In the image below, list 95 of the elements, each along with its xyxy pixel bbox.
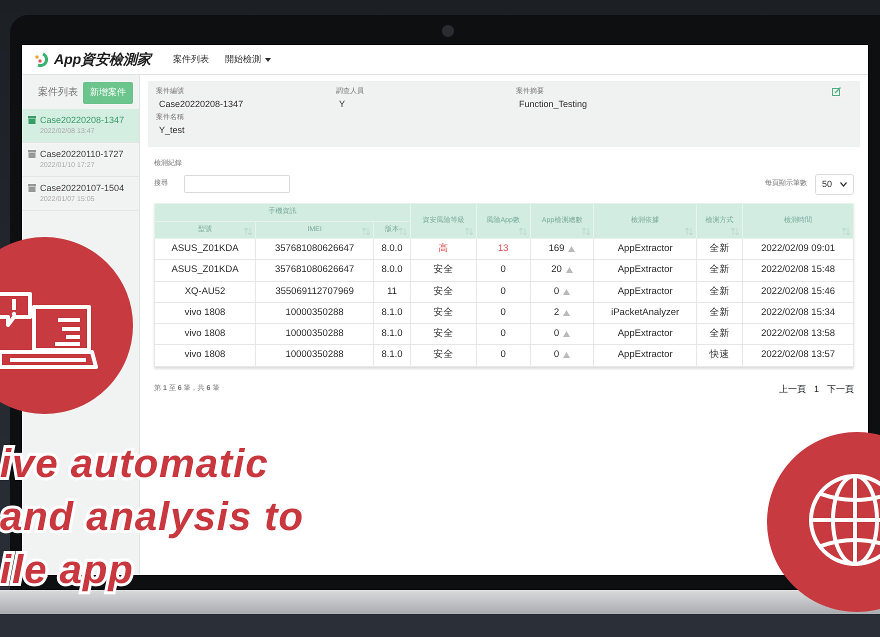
sort-icon	[244, 228, 252, 235]
sort-icon	[464, 228, 473, 235]
archive-icon	[28, 184, 36, 192]
page-number-link[interactable]: 1	[814, 382, 819, 396]
sort-icon	[684, 228, 693, 235]
triangle-icon	[568, 246, 576, 252]
next-page-link[interactable]: 下一頁	[827, 382, 854, 396]
new-case-button[interactable]: 新增案件	[83, 82, 133, 104]
triangle-icon	[563, 331, 570, 338]
archive-icon	[28, 150, 36, 158]
table-cell: 安全	[410, 260, 476, 281]
table-cell: 安全	[410, 344, 476, 366]
case-title: Case20220208-1347	[40, 114, 124, 126]
sort-icon	[518, 228, 527, 235]
table-cell: 全新	[696, 324, 743, 345]
page-size-select[interactable]: 50	[814, 174, 854, 195]
table-cell: 全新	[696, 281, 743, 302]
table-cell: 0	[476, 302, 530, 324]
table-cell: 357681080626647	[256, 238, 374, 260]
caret-icon	[265, 58, 272, 62]
table-cell: iPacketAnalyzer	[594, 302, 696, 324]
table-cell: AppExtractor	[594, 344, 696, 366]
table-cell: 357681080626647	[256, 260, 374, 281]
table-cell: 0	[476, 344, 530, 366]
table-cell: 8.0.0	[374, 260, 410, 281]
table-cell: 8.0.0	[374, 238, 410, 260]
table-cell: 10000350288	[256, 344, 374, 366]
table-cell: 2022/02/08 15:48	[742, 260, 854, 281]
table-cell-text: 0	[554, 327, 560, 341]
table-cell: 0	[554, 348, 560, 362]
table-cell: 11	[374, 281, 410, 302]
table-cell: 8.1.0	[374, 302, 410, 324]
nav-link[interactable]: 案件列表	[173, 52, 210, 66]
table-cell: 8.1.0	[374, 324, 410, 345]
table-cell: 全新	[696, 302, 743, 324]
globe-icon	[807, 472, 880, 567]
app-logo-text: App資安檢測家	[54, 50, 152, 69]
table-cell: 2022/02/09 09:01	[742, 238, 854, 260]
table-cell: XQ-AU52	[154, 281, 256, 302]
table-cell: vivo 1808	[154, 302, 256, 324]
table-cell-text: 0	[554, 284, 560, 298]
case-title: Case20220110-1727	[40, 148, 124, 160]
case-title: Case20220107-1504	[40, 182, 124, 194]
table-cell: 0	[476, 260, 530, 281]
field-value: Case20220208-1347	[158, 98, 244, 110]
table-cell: 全新	[696, 260, 743, 281]
table-cell: ASUS_Z01KDA	[154, 260, 256, 281]
sort-icon	[362, 228, 370, 235]
nav-link[interactable]: 開始檢測	[225, 52, 272, 66]
table-cell: 2022/02/08 13:57	[742, 344, 854, 366]
table-cell: 快速	[696, 344, 743, 366]
table-cell: 2	[554, 306, 560, 320]
table-cell: 20	[551, 263, 562, 278]
table-cell: 安全	[410, 302, 476, 324]
table-cell: ASUS_Z01KDA	[154, 238, 256, 260]
table-cell: 10000350288	[256, 302, 374, 324]
table-cell: AppExtractor	[594, 260, 696, 281]
table-cell: 8.1.0	[374, 344, 410, 366]
sort-icon	[731, 228, 740, 235]
sort-icon	[398, 228, 407, 235]
previous-page-link[interactable]: 上一頁	[778, 382, 806, 396]
chevron-down-icon	[840, 182, 847, 187]
table-cell-text: 169	[548, 242, 564, 256]
triangle-icon	[566, 267, 573, 274]
table-cell: AppExtractor	[594, 281, 696, 302]
table-cell: 0	[476, 324, 530, 345]
table-cell: 355069112707969	[256, 281, 374, 302]
field-value: Y	[338, 98, 346, 110]
field-value: Y_test	[158, 124, 186, 137]
table-cell: 10000350288	[256, 324, 374, 345]
table-cell: 安全	[410, 281, 476, 302]
edit-icon	[832, 87, 841, 96]
archive-icon	[28, 116, 36, 124]
triangle-icon	[563, 352, 570, 358]
sidebar-title: 案件列表	[38, 86, 78, 100]
sort-icon	[582, 228, 590, 235]
table-cell: AppExtractor	[594, 324, 696, 345]
table-cell: 全新	[696, 238, 743, 260]
table-cell: 0	[476, 281, 530, 302]
field-value: Function_Testing	[518, 98, 588, 111]
table-cell: 2022/02/08 13:58	[742, 324, 854, 345]
table-cell: vivo 1808	[154, 324, 256, 345]
table-cell: 2022/02/08 15:46	[742, 281, 854, 302]
search-field[interactable]	[184, 175, 290, 194]
triangle-icon	[563, 310, 570, 316]
table-cell: 2022/02/08 15:34	[742, 302, 854, 324]
camera-dot	[442, 25, 454, 37]
table-cell: AppExtractor	[594, 238, 696, 260]
sort-icon	[842, 228, 850, 235]
logo-icon	[34, 52, 50, 68]
table-cell: 高	[410, 238, 476, 260]
triangle-icon	[563, 288, 570, 295]
table-cell: 安全	[410, 324, 476, 345]
table-cell: 13	[476, 238, 530, 260]
table-cell: vivo 1808	[154, 344, 256, 366]
